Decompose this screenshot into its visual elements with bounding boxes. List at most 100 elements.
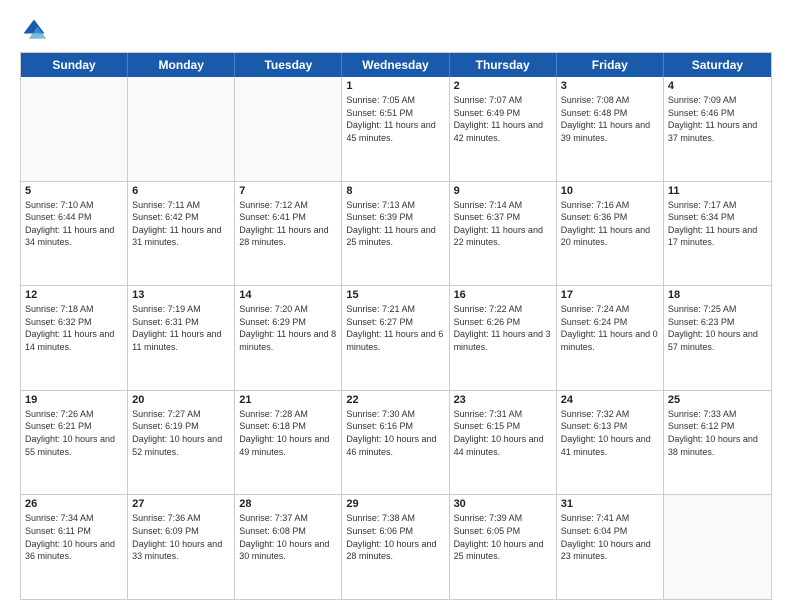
- sun-info: Sunrise: 7:28 AM Sunset: 6:18 PM Dayligh…: [239, 408, 337, 458]
- sun-info: Sunrise: 7:17 AM Sunset: 6:34 PM Dayligh…: [668, 199, 767, 249]
- calendar-day-18: 18 Sunrise: 7:25 AM Sunset: 6:23 PM Dayli…: [664, 286, 771, 390]
- calendar-day-27: 27Sunrise: 7:36 AM Sunset: 6:09 PM Dayli…: [128, 495, 235, 599]
- header: [20, 16, 772, 44]
- day-number: 30: [454, 498, 552, 510]
- calendar-body: 1 Sunrise: 7:05 AM Sunset: 6:51 PM Daylig…: [21, 77, 771, 599]
- calendar-day-10: 10 Sunrise: 7:16 AM Sunset: 6:36 PM Dayli…: [557, 182, 664, 286]
- day-number: 13: [132, 289, 230, 301]
- day-number: 22: [346, 394, 444, 406]
- day-number: 4: [668, 80, 767, 92]
- day-number: 15: [346, 289, 444, 301]
- day-number: 7: [239, 185, 337, 197]
- calendar-day-7: 7 Sunrise: 7:12 AM Sunset: 6:41 PM Daylig…: [235, 182, 342, 286]
- calendar-day-1: 1 Sunrise: 7:05 AM Sunset: 6:51 PM Daylig…: [342, 77, 449, 181]
- sun-info: Sunrise: 7:27 AM Sunset: 6:19 PM Dayligh…: [132, 408, 230, 458]
- calendar-empty-cell: [128, 77, 235, 181]
- logo-icon: [20, 16, 48, 44]
- header-day-tuesday: Tuesday: [235, 53, 342, 77]
- sun-info: Sunrise: 7:21 AM Sunset: 6:27 PM Dayligh…: [346, 303, 444, 353]
- day-number: 8: [346, 185, 444, 197]
- day-number: 17: [561, 289, 659, 301]
- sun-info: Sunrise: 7:19 AM Sunset: 6:31 PM Dayligh…: [132, 303, 230, 353]
- calendar: SundayMondayTuesdayWednesdayThursdayFrid…: [20, 52, 772, 600]
- header-day-friday: Friday: [557, 53, 664, 77]
- calendar-empty-cell: [21, 77, 128, 181]
- header-day-thursday: Thursday: [450, 53, 557, 77]
- sun-info: Sunrise: 7:37 AM Sunset: 6:08 PM Dayligh…: [239, 512, 337, 562]
- day-number: 20: [132, 394, 230, 406]
- calendar-day-25: 25 Sunrise: 7:33 AM Sunset: 6:12 PM Dayli…: [664, 391, 771, 495]
- sun-info: Sunrise: 7:33 AM Sunset: 6:12 PM Dayligh…: [668, 408, 767, 458]
- sun-info: Sunrise: 7:07 AM Sunset: 6:49 PM Dayligh…: [454, 94, 552, 144]
- calendar-week-3: 12Sunrise: 7:18 AM Sunset: 6:32 PM Dayli…: [21, 285, 771, 390]
- calendar-day-16: 16Sunrise: 7:22 AM Sunset: 6:26 PM Dayli…: [450, 286, 557, 390]
- sun-info: Sunrise: 7:31 AM Sunset: 6:15 PM Dayligh…: [454, 408, 552, 458]
- logo: [20, 16, 52, 44]
- day-number: 3: [561, 80, 659, 92]
- sun-info: Sunrise: 7:10 AM Sunset: 6:44 PM Dayligh…: [25, 199, 123, 249]
- calendar-day-28: 28Sunrise: 7:37 AM Sunset: 6:08 PM Dayli…: [235, 495, 342, 599]
- calendar-empty-cell: [235, 77, 342, 181]
- calendar-day-6: 6 Sunrise: 7:11 AM Sunset: 6:42 PM Daylig…: [128, 182, 235, 286]
- calendar-day-29: 29Sunrise: 7:38 AM Sunset: 6:06 PM Dayli…: [342, 495, 449, 599]
- calendar-empty-cell: [664, 495, 771, 599]
- sun-info: Sunrise: 7:11 AM Sunset: 6:42 PM Dayligh…: [132, 199, 230, 249]
- calendar-day-8: 8 Sunrise: 7:13 AM Sunset: 6:39 PM Daylig…: [342, 182, 449, 286]
- sun-info: Sunrise: 7:38 AM Sunset: 6:06 PM Dayligh…: [346, 512, 444, 562]
- day-number: 23: [454, 394, 552, 406]
- header-day-monday: Monday: [128, 53, 235, 77]
- calendar-day-12: 12Sunrise: 7:18 AM Sunset: 6:32 PM Dayli…: [21, 286, 128, 390]
- calendar-day-5: 5Sunrise: 7:10 AM Sunset: 6:44 PM Daylig…: [21, 182, 128, 286]
- day-number: 1: [346, 80, 444, 92]
- sun-info: Sunrise: 7:25 AM Sunset: 6:23 PM Dayligh…: [668, 303, 767, 353]
- sun-info: Sunrise: 7:24 AM Sunset: 6:24 PM Dayligh…: [561, 303, 659, 353]
- day-number: 25: [668, 394, 767, 406]
- sun-info: Sunrise: 7:14 AM Sunset: 6:37 PM Dayligh…: [454, 199, 552, 249]
- header-day-saturday: Saturday: [664, 53, 771, 77]
- calendar-day-4: 4 Sunrise: 7:09 AM Sunset: 6:46 PM Daylig…: [664, 77, 771, 181]
- day-number: 6: [132, 185, 230, 197]
- calendar-header-row: SundayMondayTuesdayWednesdayThursdayFrid…: [21, 53, 771, 77]
- day-number: 2: [454, 80, 552, 92]
- header-day-wednesday: Wednesday: [342, 53, 449, 77]
- header-day-sunday: Sunday: [21, 53, 128, 77]
- day-number: 27: [132, 498, 230, 510]
- calendar-day-22: 22Sunrise: 7:30 AM Sunset: 6:16 PM Dayli…: [342, 391, 449, 495]
- sun-info: Sunrise: 7:39 AM Sunset: 6:05 PM Dayligh…: [454, 512, 552, 562]
- sun-info: Sunrise: 7:26 AM Sunset: 6:21 PM Dayligh…: [25, 408, 123, 458]
- sun-info: Sunrise: 7:12 AM Sunset: 6:41 PM Dayligh…: [239, 199, 337, 249]
- page: SundayMondayTuesdayWednesdayThursdayFrid…: [0, 0, 792, 612]
- calendar-day-30: 30 Sunrise: 7:39 AM Sunset: 6:05 PM Dayli…: [450, 495, 557, 599]
- calendar-day-31: 31Sunrise: 7:41 AM Sunset: 6:04 PM Dayli…: [557, 495, 664, 599]
- calendar-week-4: 19 Sunrise: 7:26 AM Sunset: 6:21 PM Dayli…: [21, 390, 771, 495]
- sun-info: Sunrise: 7:05 AM Sunset: 6:51 PM Dayligh…: [346, 94, 444, 144]
- calendar-week-1: 1 Sunrise: 7:05 AM Sunset: 6:51 PM Daylig…: [21, 77, 771, 181]
- sun-info: Sunrise: 7:16 AM Sunset: 6:36 PM Dayligh…: [561, 199, 659, 249]
- calendar-day-17: 17 Sunrise: 7:24 AM Sunset: 6:24 PM Dayli…: [557, 286, 664, 390]
- day-number: 9: [454, 185, 552, 197]
- sun-info: Sunrise: 7:20 AM Sunset: 6:29 PM Dayligh…: [239, 303, 337, 353]
- day-number: 21: [239, 394, 337, 406]
- day-number: 26: [25, 498, 123, 510]
- calendar-day-21: 21 Sunrise: 7:28 AM Sunset: 6:18 PM Dayli…: [235, 391, 342, 495]
- calendar-day-3: 3 Sunrise: 7:08 AM Sunset: 6:48 PM Daylig…: [557, 77, 664, 181]
- calendar-week-2: 5Sunrise: 7:10 AM Sunset: 6:44 PM Daylig…: [21, 181, 771, 286]
- day-number: 24: [561, 394, 659, 406]
- calendar-day-24: 24 Sunrise: 7:32 AM Sunset: 6:13 PM Dayli…: [557, 391, 664, 495]
- calendar-day-9: 9 Sunrise: 7:14 AM Sunset: 6:37 PM Daylig…: [450, 182, 557, 286]
- day-number: 19: [25, 394, 123, 406]
- sun-info: Sunrise: 7:08 AM Sunset: 6:48 PM Dayligh…: [561, 94, 659, 144]
- sun-info: Sunrise: 7:18 AM Sunset: 6:32 PM Dayligh…: [25, 303, 123, 353]
- day-number: 31: [561, 498, 659, 510]
- sun-info: Sunrise: 7:13 AM Sunset: 6:39 PM Dayligh…: [346, 199, 444, 249]
- calendar-day-13: 13 Sunrise: 7:19 AM Sunset: 6:31 PM Dayli…: [128, 286, 235, 390]
- sun-info: Sunrise: 7:32 AM Sunset: 6:13 PM Dayligh…: [561, 408, 659, 458]
- sun-info: Sunrise: 7:09 AM Sunset: 6:46 PM Dayligh…: [668, 94, 767, 144]
- day-number: 18: [668, 289, 767, 301]
- day-number: 14: [239, 289, 337, 301]
- sun-info: Sunrise: 7:34 AM Sunset: 6:11 PM Dayligh…: [25, 512, 123, 562]
- calendar-day-15: 15 Sunrise: 7:21 AM Sunset: 6:27 PM Dayli…: [342, 286, 449, 390]
- day-number: 10: [561, 185, 659, 197]
- calendar-week-5: 26 Sunrise: 7:34 AM Sunset: 6:11 PM Dayli…: [21, 494, 771, 599]
- calendar-day-20: 20 Sunrise: 7:27 AM Sunset: 6:19 PM Dayli…: [128, 391, 235, 495]
